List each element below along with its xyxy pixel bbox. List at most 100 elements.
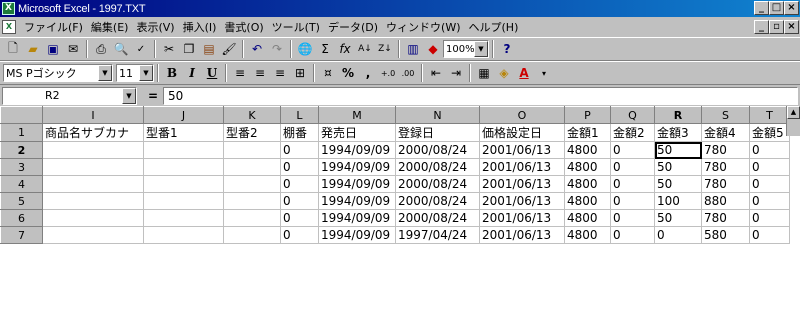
table-cell[interactable] [223, 192, 281, 210]
table-cell[interactable]: 4800 [564, 175, 611, 193]
doc-restore-button[interactable]: ▫ [769, 20, 784, 34]
table-cell[interactable]: 1994/09/09 [318, 175, 396, 193]
column-header[interactable]: Q [610, 106, 655, 124]
sort-descending-icon[interactable]: Z↓ [375, 40, 395, 59]
column-header[interactable]: S [701, 106, 750, 124]
table-cell[interactable]: 0 [610, 192, 655, 210]
autosum-icon[interactable]: Σ [315, 40, 335, 59]
formula-equals[interactable]: = [143, 89, 163, 103]
table-cell[interactable]: 2000/08/24 [395, 158, 480, 176]
table-cell[interactable]: 0 [749, 141, 790, 159]
copy-icon[interactable]: ❐ [179, 40, 199, 59]
help-icon[interactable]: ? [497, 40, 517, 59]
table-cell[interactable]: 4800 [564, 141, 611, 159]
table-cell[interactable]: 4800 [564, 209, 611, 227]
table-cell[interactable]: 金額5 [749, 123, 790, 142]
table-cell[interactable]: 1994/09/09 [318, 226, 396, 244]
menu-help[interactable]: ヘルプ(H) [465, 19, 523, 35]
table-cell[interactable]: 2000/08/24 [395, 192, 480, 210]
table-cell[interactable]: 0 [280, 192, 319, 210]
new-file-icon[interactable]: 🗋 [3, 40, 23, 59]
workbook-icon[interactable]: X [2, 20, 16, 34]
minimize-button[interactable]: _ [754, 1, 769, 15]
menu-data[interactable]: データ(D) [324, 19, 382, 35]
table-cell[interactable] [143, 175, 224, 193]
table-cell[interactable]: 1994/09/09 [318, 158, 396, 176]
underline-button[interactable]: U [202, 64, 222, 83]
menu-format[interactable]: 書式(O) [220, 19, 267, 35]
table-cell[interactable] [42, 175, 144, 193]
row-header[interactable]: 6 [0, 209, 43, 227]
scroll-up-icon[interactable]: ▲ [787, 106, 800, 119]
table-cell[interactable]: 780 [701, 209, 750, 227]
table-cell[interactable]: 棚番 [280, 123, 319, 142]
column-header[interactable]: I [42, 106, 144, 124]
table-cell[interactable]: 0 [749, 192, 790, 210]
table-cell[interactable]: 2001/06/13 [479, 158, 565, 176]
name-box[interactable]: R2 ▼ [2, 86, 137, 105]
table-cell[interactable]: 2000/08/24 [395, 209, 480, 227]
table-cell[interactable]: 50 [654, 209, 702, 227]
table-cell[interactable]: 型番1 [143, 123, 224, 142]
table-cell[interactable]: 金額4 [701, 123, 750, 142]
menu-edit[interactable]: 編集(E) [87, 19, 133, 35]
row-header[interactable]: 3 [0, 158, 43, 176]
table-cell[interactable]: 価格設定日 [479, 123, 565, 142]
undo-icon[interactable]: ↶ [247, 40, 267, 59]
table-cell[interactable]: 1994/09/09 [318, 209, 396, 227]
menu-window[interactable]: ウィンドウ(W) [382, 19, 464, 35]
chart-wizard-icon[interactable]: ▥ [403, 40, 423, 59]
table-cell[interactable]: 0 [610, 226, 655, 244]
redo-icon[interactable]: ↷ [267, 40, 287, 59]
column-header[interactable]: J [143, 106, 224, 124]
table-cell[interactable]: 0 [610, 158, 655, 176]
zoom-select[interactable]: 100% ▼ [443, 40, 489, 58]
table-cell[interactable]: 2000/08/24 [395, 175, 480, 193]
percent-button[interactable]: % [338, 64, 358, 83]
table-cell[interactable] [223, 141, 281, 159]
open-folder-icon[interactable]: ▰ [23, 40, 43, 59]
table-cell[interactable]: 2000/08/24 [395, 141, 480, 159]
select-all-corner[interactable] [0, 106, 43, 124]
table-cell[interactable] [223, 175, 281, 193]
font-color-icon[interactable]: A [514, 64, 534, 83]
formula-input[interactable]: 50 [163, 86, 798, 105]
font-select[interactable]: MS Pゴシック ▼ [3, 64, 113, 82]
active-cell[interactable]: 50 [654, 141, 702, 159]
table-cell[interactable]: 1994/09/09 [318, 141, 396, 159]
function-icon[interactable]: fx [335, 40, 355, 59]
table-cell[interactable]: 2001/06/13 [479, 175, 565, 193]
table-cell[interactable]: 発売日 [318, 123, 396, 142]
chevron-down-icon[interactable]: ▼ [122, 87, 136, 104]
table-cell[interactable] [42, 226, 144, 244]
row-header[interactable]: 4 [0, 175, 43, 193]
table-cell[interactable]: 0 [654, 226, 702, 244]
table-cell[interactable]: 2001/06/13 [479, 226, 565, 244]
column-header[interactable]: T [749, 106, 790, 124]
menu-insert[interactable]: 挿入(I) [179, 19, 221, 35]
table-cell[interactable]: 0 [280, 175, 319, 193]
decrease-indent-icon[interactable]: ⇤ [426, 64, 446, 83]
paste-icon[interactable]: ▤ [199, 40, 219, 59]
italic-button[interactable]: I [182, 64, 202, 83]
column-header[interactable]: O [479, 106, 565, 124]
table-cell[interactable]: 780 [701, 158, 750, 176]
menu-view[interactable]: 表示(V) [132, 19, 178, 35]
chevron-down-icon[interactable]: ▼ [474, 41, 488, 57]
print-icon[interactable]: ⎙ [91, 40, 111, 59]
column-header[interactable]: M [318, 106, 396, 124]
increase-indent-icon[interactable]: ⇥ [446, 64, 466, 83]
comma-button[interactable]: , [358, 64, 378, 83]
hyperlink-icon[interactable]: 🌐 [295, 40, 315, 59]
table-cell[interactable]: 2001/06/13 [479, 209, 565, 227]
chevron-down-icon[interactable]: ▼ [98, 65, 112, 81]
table-cell[interactable]: 0 [280, 158, 319, 176]
table-cell[interactable]: 商品名サブカナ [42, 123, 144, 142]
table-cell[interactable]: 0 [280, 141, 319, 159]
fill-color-icon[interactable]: ◈ [494, 64, 514, 83]
table-cell[interactable]: 0 [610, 175, 655, 193]
table-cell[interactable]: 金額2 [610, 123, 655, 142]
table-cell[interactable]: 780 [701, 141, 750, 159]
table-cell[interactable]: 4800 [564, 226, 611, 244]
table-cell[interactable]: 0 [749, 209, 790, 227]
